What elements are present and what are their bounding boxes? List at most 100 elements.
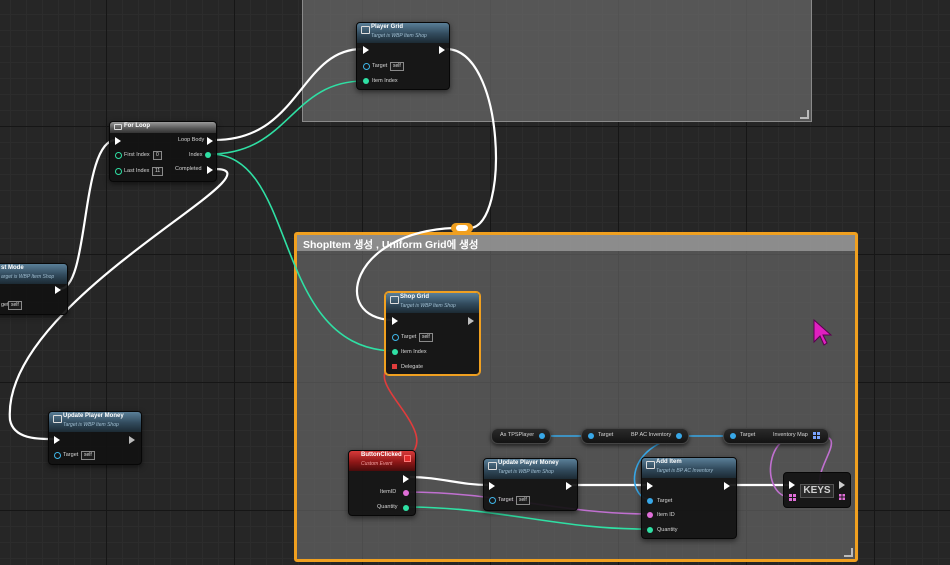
item-index-label: Item Index [372, 78, 398, 84]
node-subtitle: Target is WBP Item Shop [498, 469, 554, 475]
update-player-money-node[interactable]: Update Player Money Target is WBP Item S… [48, 411, 142, 465]
first-index-value[interactable]: 0 [153, 151, 162, 160]
item-index-label: Item Index [401, 349, 427, 355]
for-loop-node[interactable]: For Loop Loop Body First Index 0 Index L… [109, 121, 217, 182]
loop-body-label: Loop Body [178, 137, 205, 143]
shop-grid-node[interactable]: Shop Grid Target is WBP Item Shop Target… [385, 292, 480, 375]
node-title: ButtonClicked [361, 452, 402, 458]
reroute-knot[interactable] [451, 223, 473, 233]
keys-label: KEYS [800, 484, 834, 498]
node-subtitle: Target is WBP Item Shop [371, 33, 427, 39]
node-header[interactable]: Update Player Money Target is WBP Item S… [484, 459, 577, 479]
partial-offscreen-node[interactable]: st Mode arget is WBP Item Shop get self [0, 263, 68, 315]
inventory-map-node[interactable]: Target Inventory Map [723, 428, 829, 444]
node-subtitle: Custom Event [361, 461, 393, 467]
exec-in-pin[interactable] [647, 482, 653, 490]
delegate-pin[interactable] [392, 364, 397, 369]
item-id-pin[interactable] [647, 512, 653, 518]
node-header[interactable]: For Loop [110, 122, 216, 133]
map-input-icon[interactable] [789, 494, 796, 501]
resize-grip[interactable] [844, 548, 853, 557]
exec-out-pin[interactable] [566, 482, 572, 490]
node-header[interactable]: Update Player Money Target is WBP Item S… [49, 412, 141, 432]
target-pin[interactable] [647, 498, 653, 504]
delegate-output-pin[interactable] [404, 455, 411, 462]
exec-in-pin[interactable] [392, 317, 398, 325]
exec-out-pin[interactable] [403, 475, 409, 483]
as-tps-player-pin[interactable] [539, 433, 545, 439]
array-output-icon[interactable] [839, 494, 845, 500]
node-header[interactable]: Player Grid Target is WBP Item Shop [357, 23, 449, 43]
add-item-node[interactable]: Add Item Target is BP AC Inventory Targe… [641, 457, 737, 539]
inventory-map-label: Inventory Map [773, 432, 808, 438]
last-index-pin[interactable] [115, 168, 122, 175]
comment-title: ShopItem 생성 , Uniform Grid에 생성 [303, 239, 479, 251]
target-default-value[interactable]: self [390, 62, 404, 71]
target-pin[interactable] [588, 433, 594, 439]
keys-node[interactable]: KEYS [783, 472, 851, 508]
quantity-pin[interactable] [403, 505, 409, 511]
exec-in-pin[interactable] [363, 46, 369, 54]
first-index-pin[interactable] [115, 152, 122, 159]
resize-grip[interactable] [800, 110, 809, 119]
exec-out-pin[interactable] [439, 46, 445, 54]
function-icon [488, 462, 497, 470]
exec-out-pin[interactable] [129, 436, 135, 444]
item-index-pin[interactable] [392, 349, 398, 355]
bp-ac-inventory-pin[interactable] [676, 433, 682, 439]
node-title: Player Grid [371, 24, 404, 30]
as-tps-player-node[interactable]: As TPSPlayer [491, 428, 551, 444]
exec-out-pin[interactable] [55, 286, 61, 294]
map-pin-icon[interactable] [813, 432, 820, 439]
exec-out-pin[interactable] [724, 482, 730, 490]
target-default-value[interactable]: self [81, 451, 95, 460]
target-default-value[interactable]: self [516, 496, 530, 505]
node-header[interactable]: Add Item Target is BP AC Inventory [642, 458, 736, 478]
item-index-pin[interactable] [363, 78, 369, 84]
node-header[interactable]: ButtonClicked Custom Event [349, 451, 415, 471]
update-player-money-inner-node[interactable]: Update Player Money Target is WBP Item S… [483, 458, 578, 511]
node-title: For Loop [124, 123, 150, 129]
item-id-label: Item ID [657, 512, 675, 518]
node-header[interactable]: st Mode arget is WBP Item Shop [0, 264, 67, 284]
target-pin[interactable] [392, 334, 399, 341]
exec-in-pin[interactable] [115, 137, 121, 145]
target-pin[interactable] [730, 433, 736, 439]
target-default-value[interactable]: self [419, 333, 433, 342]
target-label: Target [657, 498, 673, 504]
exec-out-pin[interactable] [468, 317, 474, 325]
function-icon [361, 26, 370, 34]
exec-in-pin[interactable] [54, 436, 60, 444]
item-id-label: ItemID [380, 489, 397, 495]
item-id-pin[interactable] [403, 490, 409, 496]
quantity-label: Quantity [377, 504, 398, 510]
macro-icon [114, 124, 122, 130]
player-grid-node[interactable]: Player Grid Target is WBP Item Shop Targ… [356, 22, 450, 90]
node-header[interactable]: Shop Grid Target is WBP Item Shop [386, 293, 479, 313]
node-title: Update Player Money [63, 413, 124, 419]
exec-wire [59, 138, 117, 291]
node-title: Update Player Money [498, 460, 559, 466]
node-subtitle: arget is WBP Item Shop [1, 274, 55, 280]
target-pin[interactable] [489, 497, 496, 504]
target-label: Target [372, 63, 388, 69]
target-label: Target [401, 334, 417, 340]
exec-in-pin[interactable] [789, 481, 795, 489]
exec-in-pin[interactable] [489, 482, 495, 490]
last-index-value[interactable]: 11 [152, 167, 164, 176]
completed-pin[interactable] [207, 166, 213, 174]
button-clicked-event-node[interactable]: ButtonClicked Custom Event ItemID Quanti… [348, 450, 416, 516]
node-subtitle: Target is WBP Item Shop [63, 422, 119, 428]
loop-body-pin[interactable] [207, 137, 213, 145]
target-pin[interactable] [363, 63, 370, 70]
reroute-handle[interactable] [456, 225, 468, 231]
delegate-label: Delegate [401, 364, 424, 370]
quantity-pin[interactable] [647, 527, 653, 533]
comment-header[interactable]: ShopItem 생성 , Uniform Grid에 생성 [297, 235, 855, 251]
target-pin[interactable] [54, 452, 61, 459]
target-default-value[interactable]: self [8, 301, 22, 310]
index-pin[interactable] [205, 152, 211, 158]
bp-ac-inventory-node[interactable]: Target BP AC Inventory [581, 428, 689, 444]
mouse-cursor-icon [813, 318, 833, 346]
exec-out-pin[interactable] [839, 481, 845, 489]
